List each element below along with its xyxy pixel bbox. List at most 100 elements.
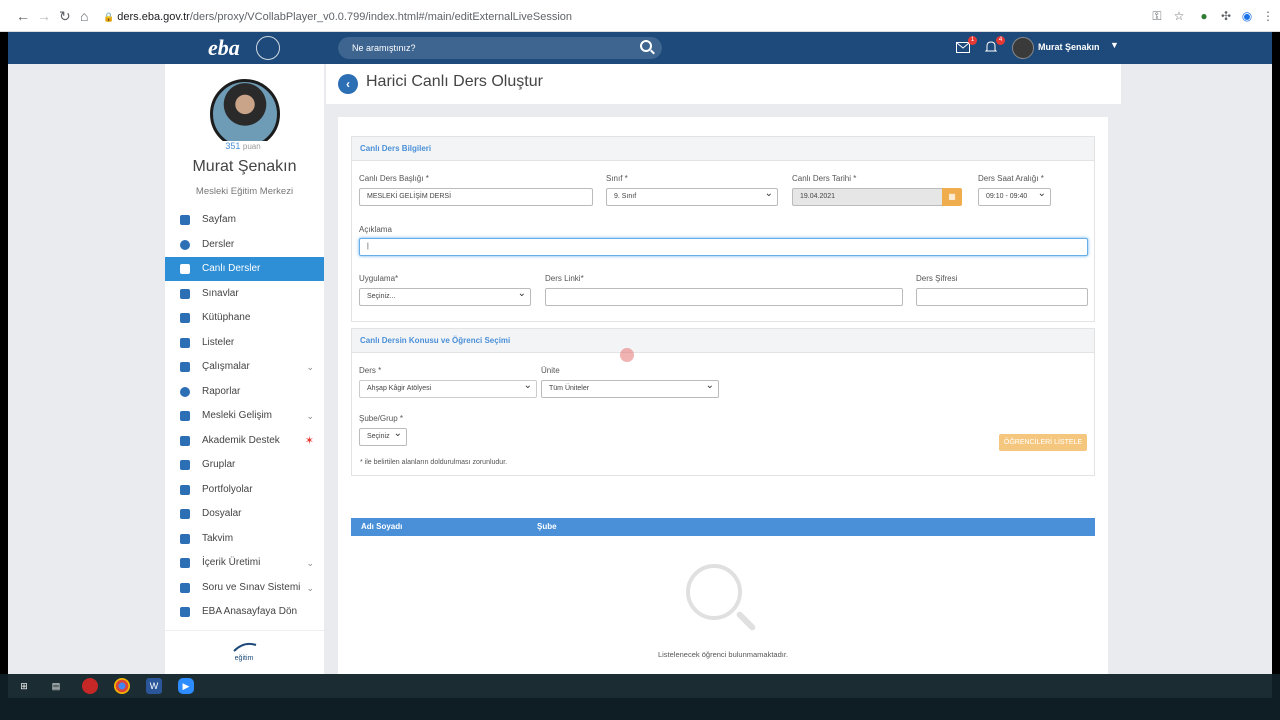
- points-unit: puan: [242, 142, 261, 151]
- bell-icon[interactable]: 4: [984, 36, 1005, 54]
- sidebar: 351 puan Murat Şenakın Mesleki Eğitim Me…: [165, 64, 324, 674]
- users-icon: [180, 460, 190, 470]
- puzzle-icon[interactable]: ✣: [1219, 9, 1233, 23]
- back-button[interactable]: ‹: [338, 74, 358, 94]
- points-badge: 351 puan: [213, 141, 273, 155]
- points-value: 351: [225, 141, 241, 151]
- zoom-icon[interactable]: ▶: [178, 678, 194, 694]
- chevron-left-icon: ‹: [346, 77, 350, 91]
- sidebar-item-sinavlar[interactable]: Sınavlar: [165, 282, 324, 306]
- taskbar-bar: ⊞ ▤ W ▶: [8, 674, 1272, 698]
- avatar[interactable]: [1012, 37, 1034, 59]
- unite-label: Ünite: [541, 366, 560, 375]
- top-navbar: eba Ne aramıştınız? 1 4 Murat Şenakın ▼: [8, 32, 1272, 64]
- eba-logo[interactable]: eba: [208, 35, 240, 61]
- bar-chart-icon: [180, 436, 190, 446]
- baslik-input[interactable]: MESLEKİ GELİŞİM DERSİ: [359, 188, 593, 206]
- sidebar-item-takvim[interactable]: Takvim: [165, 527, 324, 551]
- user-name[interactable]: Murat Şenakın: [1038, 42, 1100, 52]
- section-konu-ogrenci: Canlı Dersin Konusu ve Öğrenci Seçimi De…: [351, 328, 1095, 476]
- search-icon[interactable]: [640, 40, 652, 52]
- address-bar[interactable]: 🔒 ders.eba.gov.tr/ders/proxy/VCollabPlay…: [103, 6, 1138, 28]
- sube-label: Şube/Grup *: [359, 414, 404, 423]
- mail-icon[interactable]: 1: [956, 36, 977, 54]
- link-label: Ders Linki*: [545, 274, 584, 283]
- sidebar-item-canli-dersler[interactable]: Canlı Dersler: [165, 257, 324, 281]
- back-icon[interactable]: ←: [16, 8, 30, 24]
- sidebar-item-icerik-uretimi[interactable]: İçerik Üretimi ⌄: [165, 551, 324, 575]
- form-panel: Canlı Ders Bilgileri Canlı Ders Başlığı …: [338, 117, 1108, 674]
- profile-icon[interactable]: ◉: [1240, 9, 1254, 23]
- search-input[interactable]: Ne aramıştınız?: [338, 37, 662, 59]
- footer-logo-text: eğitim: [234, 655, 254, 662]
- link-input[interactable]: [545, 288, 903, 306]
- sidebar-item-portfolyolar[interactable]: Portfolyolar: [165, 478, 324, 502]
- sidebar-item-kutuphane[interactable]: Kütüphane: [165, 306, 324, 330]
- calendar-icon: [180, 534, 190, 544]
- empty-state-text: Listelenecek öğrenci bulunmamaktadır.: [657, 650, 789, 659]
- unite-select[interactable]: Tüm Üniteler: [541, 378, 719, 398]
- search-list-icon: [180, 362, 190, 372]
- chevron-down-icon: ⌄: [306, 583, 314, 593]
- star-icon[interactable]: ☆: [1172, 9, 1186, 23]
- aciklama-label: Açıklama: [359, 225, 392, 234]
- reload-icon[interactable]: ↻: [59, 8, 71, 25]
- url-host: ders.eba.gov.tr: [117, 11, 190, 23]
- play-circle-icon: [180, 240, 190, 250]
- sidebar-item-label: Takvim: [202, 533, 234, 544]
- sifre-input[interactable]: [916, 288, 1088, 306]
- home-icon[interactable]: ⌂: [80, 8, 88, 24]
- required-note: * ile belirtilen alanların doldurulması …: [360, 459, 508, 466]
- sidebar-item-dersler[interactable]: Dersler: [165, 233, 324, 257]
- table-header: Adı Soyadı Şube: [351, 518, 1095, 536]
- chevron-down-icon: ⌄: [306, 558, 314, 568]
- sidebar-item-mesleki-gelisim[interactable]: Mesleki Gelişim ⌄: [165, 404, 324, 428]
- task-view-icon[interactable]: ▤: [48, 678, 64, 694]
- sidebar-item-label: Raporlar: [202, 386, 241, 397]
- mail-badge: 1: [968, 36, 977, 45]
- sidebar-item-dosyalar[interactable]: Dosyalar: [165, 502, 324, 526]
- sidebar-item-listeler[interactable]: Listeler: [165, 331, 324, 355]
- ministry-seal-icon: [256, 36, 280, 60]
- pie-chart-icon: [180, 387, 190, 397]
- app-area: eba Ne aramıştınız? 1 4 Murat Şenakın ▼ …: [8, 32, 1272, 674]
- profile-name: Murat Şenakın: [192, 158, 297, 175]
- sube-select[interactable]: Seçiniz: [359, 426, 407, 446]
- windows-start-icon[interactable]: ⊞: [16, 678, 32, 694]
- list-students-button[interactable]: ÖĞRENCİLERİ LİSTELE: [999, 434, 1087, 451]
- calendar-button[interactable]: ▦: [942, 188, 962, 206]
- ders-select[interactable]: Ahşap Kâgir Atölyesi: [359, 378, 537, 398]
- sidebar-item-label: Canlı Dersler: [202, 263, 261, 274]
- forward-icon[interactable]: →: [37, 8, 51, 24]
- tarih-label: Canlı Ders Tarihi *: [792, 174, 857, 183]
- aciklama-input[interactable]: |: [359, 238, 1088, 256]
- sidebar-item-label: EBA Anasayfaya Dön: [202, 606, 298, 617]
- menu-icon[interactable]: ⋮: [1261, 9, 1275, 23]
- sidebar-item-gruplar[interactable]: Gruplar: [165, 453, 324, 477]
- pencil-icon: [180, 289, 190, 299]
- sparkle-icon: ✶: [304, 435, 314, 447]
- tools-icon: [180, 558, 190, 568]
- uygulama-select[interactable]: Seçiniz...: [359, 286, 531, 306]
- tarih-input[interactable]: 19.04.2021: [792, 188, 943, 206]
- profile-photo[interactable]: [210, 79, 280, 149]
- extension-icon[interactable]: ●: [1197, 9, 1211, 23]
- sidebar-item-calismalar[interactable]: Çalışmalar ⌄: [165, 355, 324, 379]
- section-ders-bilgileri: Canlı Ders Bilgileri Canlı Ders Başlığı …: [351, 136, 1095, 322]
- sinif-select[interactable]: 9. Sınıf: [606, 186, 778, 206]
- sidebar-item-soru-sinav[interactable]: Soru ve Sınav Sistemi ⌄: [165, 576, 324, 600]
- sidebar-item-label: Kütüphane: [202, 312, 251, 323]
- sidebar-item-raporlar[interactable]: Raporlar: [165, 380, 324, 404]
- key-icon[interactable]: ⚿: [1150, 9, 1164, 23]
- sidebar-item-akademik-destek[interactable]: Akademik Destek ✶: [165, 429, 324, 453]
- chevron-down-icon[interactable]: ▼: [1110, 40, 1119, 50]
- word-icon[interactable]: W: [146, 678, 162, 694]
- sidebar-item-label: Sayfam: [202, 214, 236, 225]
- profile-school: Mesleki Eğitim Merkezi: [195, 186, 294, 197]
- sidebar-item-label: Soru ve Sınav Sistemi: [202, 582, 301, 593]
- record-icon[interactable]: [82, 678, 98, 694]
- sidebar-item-eba-anasayfa[interactable]: EBA Anasayfaya Dön: [165, 600, 324, 624]
- chrome-icon[interactable]: [114, 678, 130, 694]
- saat-select[interactable]: 09:10 - 09:40: [978, 186, 1051, 206]
- sidebar-item-sayfam[interactable]: Sayfam: [165, 208, 324, 232]
